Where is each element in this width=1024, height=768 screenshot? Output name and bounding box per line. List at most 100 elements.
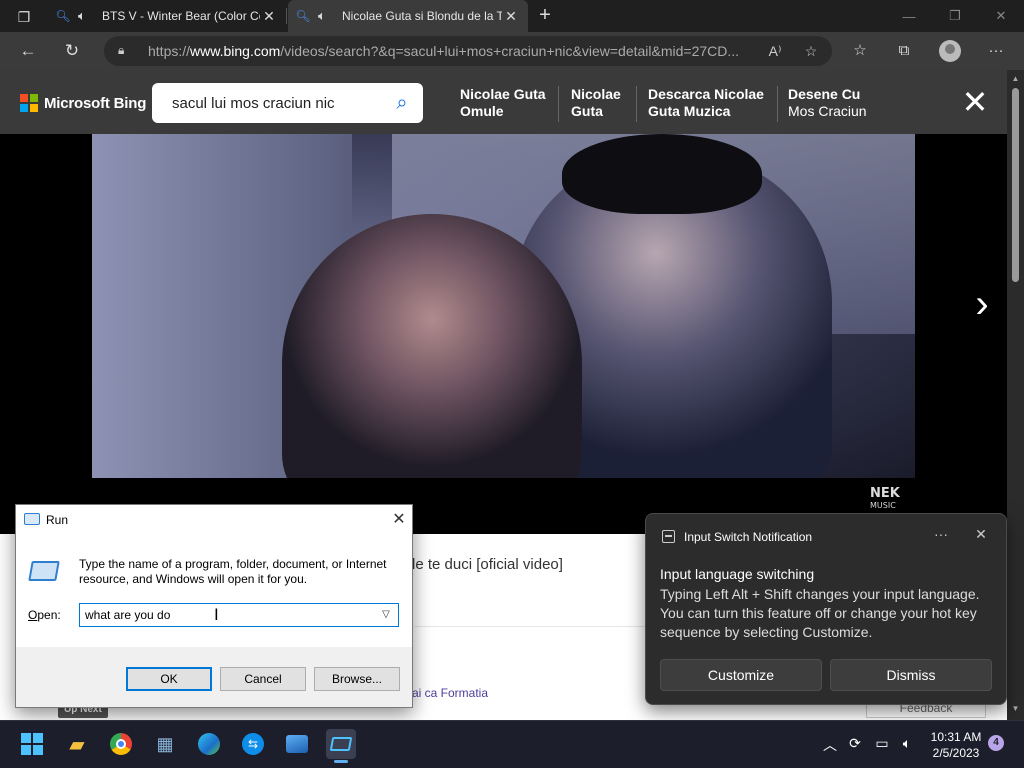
more-options-icon[interactable]: ··· xyxy=(930,526,952,542)
related-search-4[interactable]: Desene Cu Mos Craciun xyxy=(788,86,867,120)
run-large-icon xyxy=(28,561,60,581)
file-explorer-icon[interactable]: ▰ xyxy=(62,729,92,759)
read-aloud-icon[interactable]: A⁾ xyxy=(764,41,786,61)
minimize-icon[interactable]: — xyxy=(886,0,932,32)
tab-nicolae-guta[interactable]: 🔍︎ 🔈︎ Nicolae Guta si Blondu de la Timis… xyxy=(288,0,528,32)
back-arrow-icon[interactable]: ← xyxy=(15,39,41,63)
clock-time: 10:31 AM xyxy=(930,730,982,744)
edge-icon[interactable] xyxy=(194,729,224,759)
display-icon[interactable]: ▭ xyxy=(872,735,892,752)
teamviewer-logo: ⇆ xyxy=(242,733,264,755)
bing-search-icon: 🔍︎ xyxy=(55,9,71,23)
run-open-label: Open: xyxy=(28,608,61,622)
input-switch-notification: Input Switch Notification ··· ✕ Input la… xyxy=(645,513,1007,705)
keyboard-icon xyxy=(662,530,675,543)
notification-body: Typing Left Alt + Shift changes your inp… xyxy=(660,586,980,640)
logo-square-blue xyxy=(20,104,28,112)
related-line1: Nicolae xyxy=(571,86,621,102)
video-title[interactable]: le te duci [oficial video] xyxy=(412,556,563,573)
related-divider xyxy=(777,86,778,122)
network-sync-icon[interactable]: ⟳ xyxy=(845,735,865,752)
edge-logo xyxy=(198,733,220,755)
window-close-icon[interactable]: ✕ xyxy=(978,0,1024,32)
cancel-button[interactable]: Cancel xyxy=(220,667,306,691)
run-titlebar[interactable]: Run ✕ xyxy=(16,505,412,535)
chrome-icon[interactable] xyxy=(106,729,136,759)
related-search-3[interactable]: Descarca Nicolae Guta Muzica xyxy=(648,86,764,120)
address-bar[interactable]: 🔒︎ https://www.bing.com/videos/search?&q… xyxy=(104,36,832,66)
lock-icon[interactable]: 🔒︎ xyxy=(118,43,132,59)
next-video-chevron-icon[interactable]: › xyxy=(968,284,996,324)
refresh-icon[interactable]: ↻ xyxy=(59,39,85,63)
add-favorite-icon[interactable]: ☆ xyxy=(800,41,822,61)
run-close-icon[interactable]: ✕ xyxy=(388,509,410,531)
chevron-down-icon[interactable]: ▽ xyxy=(376,606,396,624)
notification-close-icon[interactable]: ✕ xyxy=(970,526,992,543)
chrome-logo xyxy=(110,733,132,755)
tab-actions-icon[interactable]: ❐ xyxy=(8,6,40,28)
notification-count-badge[interactable]: 4 xyxy=(988,735,1004,751)
scroll-up-icon[interactable]: ▲ xyxy=(1011,74,1020,83)
photos-icon[interactable] xyxy=(282,729,312,759)
calculator-icon[interactable]: ▦ xyxy=(150,729,180,759)
page-scrollbar[interactable]: ▲ ▼ xyxy=(1007,70,1024,720)
browse-button[interactable]: Browse... xyxy=(314,667,400,691)
teamviewer-icon[interactable]: ⇆ xyxy=(238,729,268,759)
text-cursor-icon: I xyxy=(214,605,219,624)
related-line2: Guta Muzica xyxy=(648,103,731,119)
taskbar-clock[interactable]: 10:31 AM 2/5/2023 xyxy=(928,729,984,761)
new-tab-button[interactable]: + xyxy=(534,4,556,26)
profile-avatar-icon[interactable] xyxy=(939,40,961,62)
close-video-icon[interactable]: ✕ xyxy=(960,86,990,118)
logo-square-red xyxy=(20,94,28,102)
related-divider xyxy=(636,86,637,122)
related-divider xyxy=(558,86,559,122)
show-hidden-icons-chevron[interactable]: ︿ xyxy=(820,735,840,755)
tab-title: BTS V - Winter Bear (Color Coded Lyrics xyxy=(102,9,260,23)
collections-icon[interactable]: ⧉ xyxy=(892,40,916,62)
bing-search-box[interactable]: sacul lui mos craciun nic ⌕ xyxy=(152,83,423,123)
favorites-icon[interactable]: ☆ xyxy=(848,40,872,62)
search-icon[interactable]: ⌕ xyxy=(390,91,414,115)
ok-button[interactable]: OK xyxy=(126,667,212,691)
speaker-icon[interactable]: 🔈︎ xyxy=(78,8,94,24)
video-scene-hat xyxy=(562,134,762,214)
video-player-area: › NEK MUSIC xyxy=(0,134,1007,534)
search-query[interactable]: sacul lui mos craciun nic xyxy=(172,95,335,112)
speaker-icon[interactable]: 🔈︎ xyxy=(318,8,334,24)
tab-close-icon[interactable]: ✕ xyxy=(260,8,278,25)
clock-date: 2/5/2023 xyxy=(932,746,980,760)
run-dialog: Run ✕ Type the name of a program, folder… xyxy=(15,504,413,708)
dismiss-button[interactable]: Dismiss xyxy=(830,659,992,691)
related-search-1[interactable]: Nicolae Guta Omule xyxy=(460,86,546,120)
start-button[interactable] xyxy=(17,729,47,759)
bing-logo[interactable]: Microsoft Bing xyxy=(20,94,146,112)
restore-icon[interactable]: ❐ xyxy=(932,0,978,32)
video-frame[interactable] xyxy=(92,134,915,478)
run-taskbar-icon[interactable] xyxy=(326,729,356,763)
related-line2: Omule xyxy=(460,103,504,119)
run-app-icon xyxy=(24,513,40,525)
notification-title: Input language switching xyxy=(660,566,815,582)
url-text[interactable]: https://www.bing.com/videos/search?&q=sa… xyxy=(148,43,760,59)
related-line1: Descarca Nicolae xyxy=(648,86,764,102)
windows-logo-icon xyxy=(21,733,43,755)
address-toolbar: ← ↻ 🔒︎ https://www.bing.com/videos/searc… xyxy=(0,32,1024,70)
more-menu-icon[interactable]: ··· xyxy=(984,40,1008,62)
run-open-input[interactable] xyxy=(85,606,375,624)
related-video-link[interactable]: ai ca Formatia xyxy=(412,686,488,700)
bing-logo-text: Microsoft Bing xyxy=(44,94,147,112)
run-body: Type the name of a program, folder, docu… xyxy=(16,535,412,647)
run-open-combobox[interactable]: I ▽ xyxy=(79,603,399,627)
scroll-thumb[interactable] xyxy=(1012,88,1019,282)
scroll-down-icon[interactable]: ▼ xyxy=(1011,704,1020,713)
tab-divider xyxy=(286,8,287,24)
taskbar: ▰ ▦ ⇆ ︿ ⟳ ▭ 🔈︎ 10:31 AM 2/5/2023 4 xyxy=(0,720,1024,768)
tab-bts-winter-bear[interactable]: 🔍︎ 🔈︎ BTS V - Winter Bear (Color Coded L… xyxy=(48,0,286,32)
related-search-2[interactable]: Nicolae Guta xyxy=(571,86,621,120)
related-line2: Mos Craciun xyxy=(788,103,867,119)
customize-button[interactable]: Customize xyxy=(660,659,822,691)
volume-icon[interactable]: 🔈︎ xyxy=(897,735,917,752)
bing-search-icon: 🔍︎ xyxy=(295,9,311,23)
tab-close-icon[interactable]: ✕ xyxy=(502,8,520,25)
